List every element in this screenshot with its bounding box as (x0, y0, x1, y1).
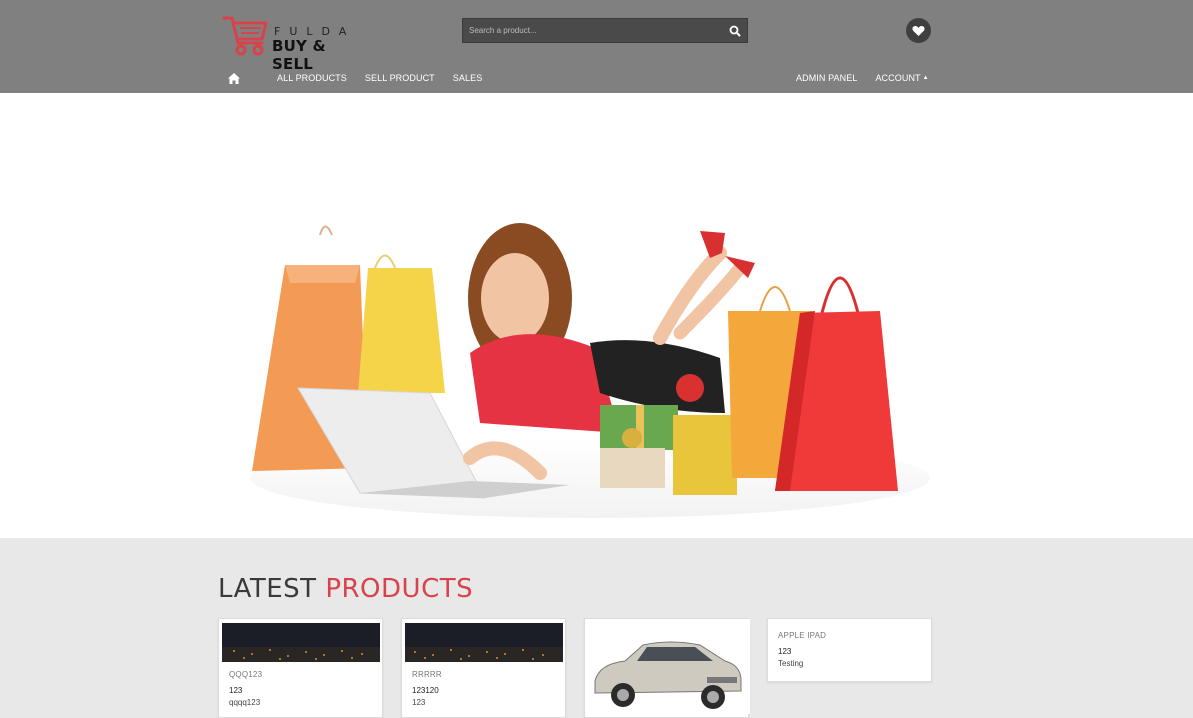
shopping-woman-illustration (0, 93, 1193, 538)
product-price: 123 (778, 647, 792, 656)
favorites-button[interactable] (906, 18, 931, 43)
nav-account-dropdown[interactable]: ACCOUNT ▲ (875, 73, 928, 83)
search-icon (729, 25, 741, 37)
search-input[interactable] (463, 19, 725, 42)
nav-sell-product[interactable]: SELL PRODUCT (365, 73, 435, 83)
main-nav: ALL PRODUCTS SELL PRODUCT SALES (228, 71, 500, 85)
product-card[interactable]: RRRRR 123120 123 (401, 618, 566, 718)
nav-home[interactable] (228, 72, 259, 84)
heart-icon (912, 26, 925, 36)
product-description: 123 (412, 698, 426, 707)
search-button[interactable] (727, 23, 743, 39)
home-icon (228, 72, 240, 84)
product-card[interactable] (584, 618, 750, 718)
product-price: 123120 (412, 686, 439, 695)
logo-text-main: BUY & SELL (272, 37, 326, 73)
site-logo[interactable]: FULDA BUY & SELL (222, 15, 372, 73)
product-description: Testing (778, 659, 804, 668)
nav-all-products[interactable]: ALL PRODUCTS (277, 73, 347, 83)
hero-banner-image (0, 93, 1193, 538)
product-card[interactable]: APPLE IPAD 123 Testing (767, 618, 932, 682)
product-name: QQQ123 (229, 670, 263, 679)
product-thumbnail (222, 623, 380, 662)
product-thumbnail (405, 623, 563, 662)
latest-products-heading: LATEST PRODUCTS (218, 574, 474, 604)
shopping-cart-icon (222, 16, 268, 56)
search-bar (462, 18, 748, 43)
product-car-image (585, 619, 750, 714)
top-header: FULDA BUY & SELL ALL PRODUCTS SELL PRODU… (0, 0, 1193, 93)
nav-sales[interactable]: SALES (453, 73, 483, 83)
product-name: RRRRR (412, 670, 442, 679)
caret-up-icon: ▲ (922, 75, 929, 81)
product-description: qqqq123 (229, 698, 261, 707)
product-card[interactable]: QQQ123 123 qqqq123 (218, 618, 383, 718)
product-name: APPLE IPAD (778, 631, 827, 640)
nav-account-label: ACCOUNT (875, 73, 921, 83)
product-price: 123 (229, 686, 243, 695)
user-nav: ADMIN PANEL ACCOUNT ▲ (796, 71, 947, 85)
nav-admin-panel[interactable]: ADMIN PANEL (796, 73, 857, 83)
